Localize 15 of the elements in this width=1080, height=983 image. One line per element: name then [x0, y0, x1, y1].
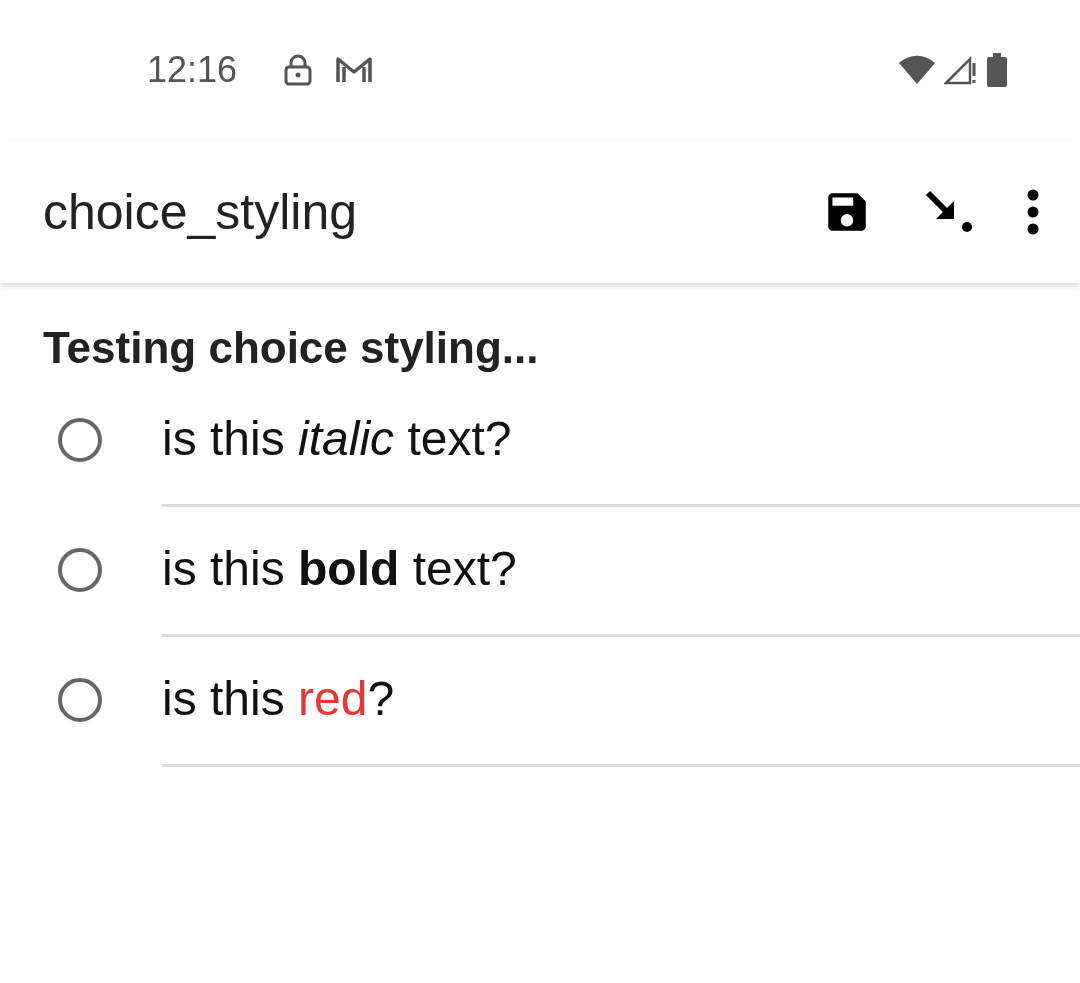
- radio-button[interactable]: [58, 548, 102, 592]
- radio-button[interactable]: [58, 418, 102, 462]
- radio-button[interactable]: [58, 678, 102, 722]
- status-time: 12:16: [147, 49, 238, 91]
- choice-label[interactable]: is this red?: [162, 633, 1080, 767]
- choice-label[interactable]: is this italic text?: [162, 373, 1080, 507]
- question-label: Testing choice styling...: [43, 323, 540, 373]
- app-title: choice_styling: [43, 182, 358, 241]
- mail-icon: [335, 55, 374, 85]
- signal-icon: [944, 55, 978, 85]
- more-icon[interactable]: [1026, 188, 1040, 235]
- choice-label[interactable]: is this bold text?: [162, 503, 1080, 637]
- battery-icon: [986, 53, 1008, 87]
- lock-icon: [283, 54, 314, 86]
- wifi-icon: [898, 55, 936, 85]
